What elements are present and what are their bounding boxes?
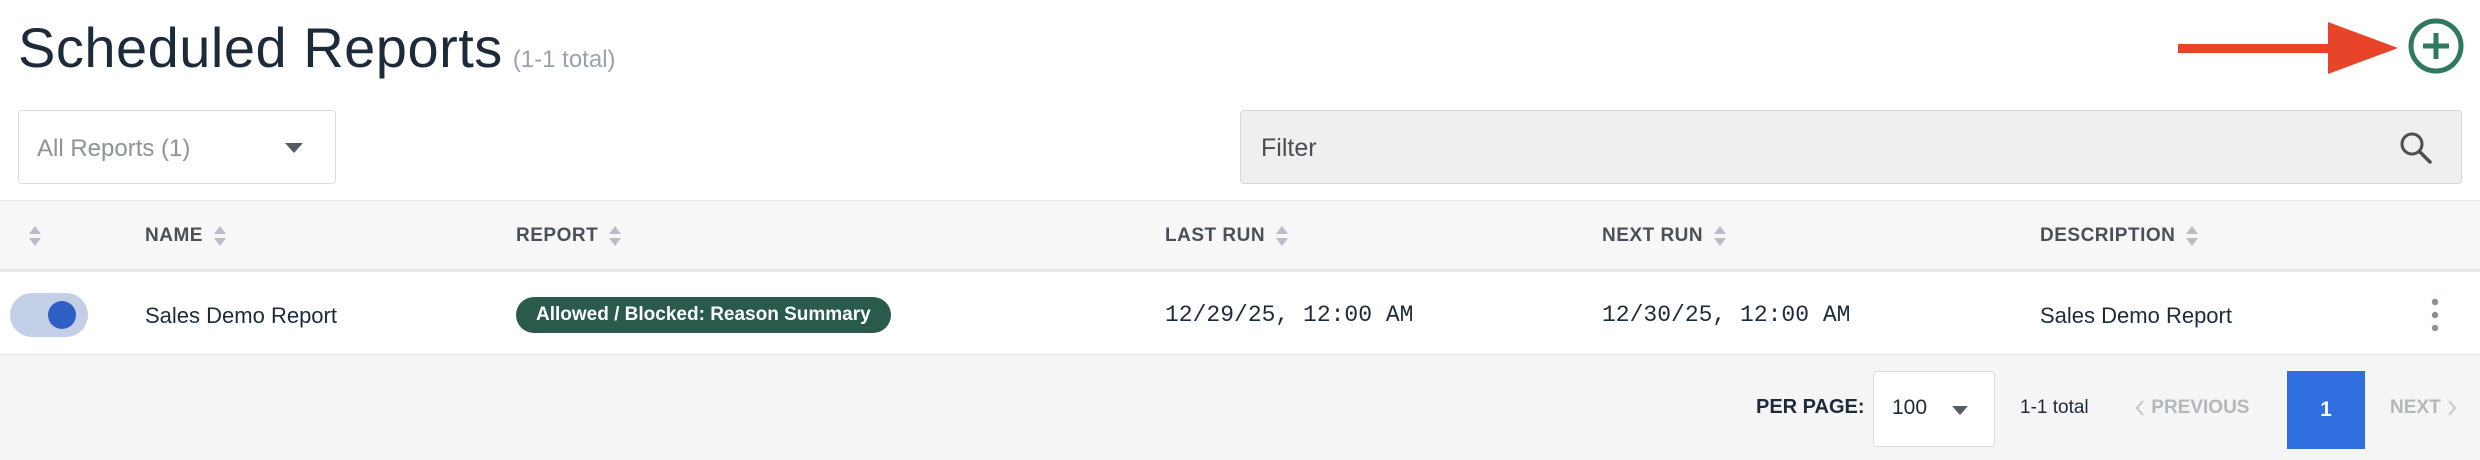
- caret-down-icon: [1952, 406, 1968, 415]
- column-header-label: LAST RUN: [1165, 225, 1266, 247]
- report-type-select-value: All Reports (1): [37, 135, 191, 162]
- toggle-knob: [48, 301, 76, 329]
- previous-page-button[interactable]: PREVIOUS: [2134, 397, 2249, 419]
- total-count: 1-1 total: [2020, 397, 2089, 418]
- filter-box: [1240, 110, 2462, 184]
- table-header: NAME REPORT LAST RUN NEXT RUN DESCRIPTIO…: [0, 200, 2480, 272]
- per-page-label: PER PAGE:: [1756, 396, 1865, 418]
- column-header-label: REPORT: [516, 225, 599, 247]
- report-name[interactable]: Sales Demo Report: [145, 303, 337, 329]
- sort-icon[interactable]: [28, 225, 42, 247]
- description-value: Sales Demo Report: [2040, 303, 2232, 328]
- report-count: (1-1 total): [512, 46, 616, 73]
- column-header-description[interactable]: DESCRIPTION: [2040, 225, 2199, 247]
- pagination-bar: PER PAGE: 100 1-1 total PREVIOUS 1 NEXT: [0, 355, 2480, 460]
- column-header-label: NEXT RUN: [1602, 225, 1704, 247]
- column-header-report[interactable]: REPORT: [516, 225, 622, 247]
- arrow-right-icon: [2178, 22, 2398, 74]
- sort-icon: [1276, 226, 1289, 246]
- kebab-icon[interactable]: [2424, 295, 2446, 335]
- filter-input[interactable]: [1259, 129, 2363, 167]
- column-header-name[interactable]: NAME: [145, 225, 227, 247]
- column-header-label: NAME: [145, 225, 203, 247]
- sort-icon: [609, 226, 622, 246]
- chevron-right-icon: [2448, 400, 2457, 416]
- report-type-badge: Allowed / Blocked: Reason Summary: [516, 297, 891, 333]
- previous-label: PREVIOUS: [2151, 397, 2250, 418]
- enabled-toggle[interactable]: [10, 293, 88, 337]
- per-page-select[interactable]: 100: [1873, 371, 1995, 447]
- next-label: NEXT: [2390, 397, 2441, 418]
- search-icon[interactable]: [2399, 131, 2433, 165]
- next-run-value: 12/30/25, 12:00 AM: [1602, 302, 1851, 328]
- caret-down-icon: [285, 143, 303, 153]
- page-title-text: Scheduled Reports: [18, 16, 503, 79]
- page-title: Scheduled Reports (1-1 total): [18, 12, 616, 96]
- plus-circle-icon[interactable]: [2406, 16, 2466, 76]
- column-header-last-run[interactable]: LAST RUN: [1165, 225, 1289, 247]
- sort-icon: [213, 226, 226, 246]
- sort-icon: [1714, 226, 1727, 246]
- last-run-value: 12/29/25, 12:00 AM: [1165, 302, 1414, 328]
- page-button-current[interactable]: 1: [2287, 371, 2365, 449]
- report-type-select[interactable]: All Reports (1): [18, 110, 336, 184]
- sort-icon: [2186, 226, 2199, 246]
- column-header-label: DESCRIPTION: [2040, 225, 2176, 247]
- next-page-button[interactable]: NEXT: [2390, 397, 2458, 419]
- per-page-value: 100: [1892, 396, 1928, 419]
- table-row: Sales Demo Report Allowed / Blocked: Rea…: [0, 275, 2480, 355]
- chevron-left-icon: [2135, 400, 2144, 416]
- column-header-next-run[interactable]: NEXT RUN: [1602, 225, 1727, 247]
